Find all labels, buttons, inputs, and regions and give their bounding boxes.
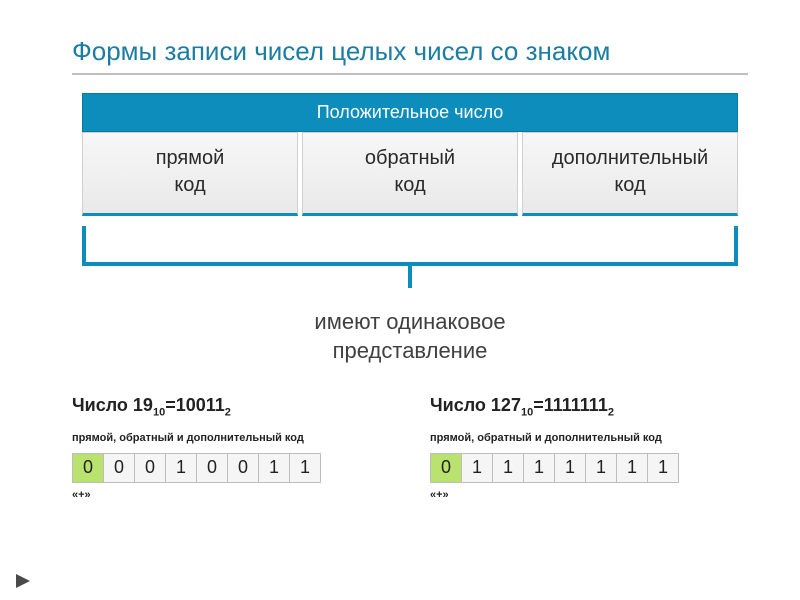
col-complement-l1: дополнительный — [527, 145, 733, 172]
col-direct-l1: прямой — [87, 145, 293, 172]
col-inverse-l1: обратный — [307, 145, 513, 172]
bit: 1 — [554, 453, 586, 483]
example-127-byte: 0 1 1 1 1 1 1 1 — [430, 453, 748, 483]
bit: 1 — [523, 453, 555, 483]
example-19-title: Число 1910=100112 — [72, 395, 390, 419]
ex1-base2: 2 — [225, 407, 231, 419]
col-complement-l2: код — [527, 172, 733, 199]
ex2-base1: 10 — [521, 407, 533, 419]
bracket-stem — [408, 266, 412, 288]
bracket-shape — [82, 226, 738, 266]
bit: 0 — [103, 453, 135, 483]
col-inverse: обратный код — [302, 132, 518, 216]
code-types-row: прямой код обратный код дополнительный к… — [72, 132, 748, 216]
slide-marker-icon — [16, 574, 30, 588]
bit: 1 — [585, 453, 617, 483]
bit: 0 — [134, 453, 166, 483]
bit: 1 — [258, 453, 290, 483]
example-127: Число 12710=11111112 прямой, обратный и … — [430, 395, 748, 500]
ex1-bin: =10011 — [165, 395, 225, 415]
header-positive-number: Положительное число — [82, 93, 738, 132]
col-complement: дополнительный код — [522, 132, 738, 216]
bracket-label-l1: имеют одинаковое — [72, 308, 748, 337]
bit: 0 — [72, 453, 104, 483]
bit: 1 — [289, 453, 321, 483]
bit: 1 — [165, 453, 197, 483]
ex2-num: Число 127 — [430, 395, 521, 415]
ex1-num: Число 19 — [72, 395, 153, 415]
example-19-sub: прямой, обратный и дополнительный код — [72, 429, 390, 449]
bracket-label: имеют одинаковое представление — [72, 308, 748, 365]
example-19-byte: 0 0 0 1 0 0 1 1 — [72, 453, 390, 483]
example-127-sub: прямой, обратный и дополнительный код — [430, 429, 748, 449]
bit: 1 — [492, 453, 524, 483]
example-127-title: Число 12710=11111112 — [430, 395, 748, 419]
bit: 1 — [461, 453, 493, 483]
bit: 0 — [227, 453, 259, 483]
bit: 0 — [196, 453, 228, 483]
example-127-sign: «+» — [430, 489, 748, 501]
example-19: Число 1910=100112 прямой, обратный и доп… — [72, 395, 390, 500]
bracket-label-l2: представление — [72, 337, 748, 366]
bit: 1 — [647, 453, 679, 483]
bracket — [82, 216, 738, 306]
bit: 0 — [430, 453, 462, 483]
ex2-bin: =1111111 — [533, 395, 608, 415]
example-19-sign: «+» — [72, 489, 390, 501]
ex2-base2: 2 — [608, 407, 614, 419]
col-direct-l2: код — [87, 172, 293, 199]
page-title: Формы записи чисел целых чисел со знаком — [72, 36, 748, 75]
col-direct: прямой код — [82, 132, 298, 216]
bit: 1 — [616, 453, 648, 483]
col-inverse-l2: код — [307, 172, 513, 199]
ex1-base1: 10 — [153, 407, 165, 419]
